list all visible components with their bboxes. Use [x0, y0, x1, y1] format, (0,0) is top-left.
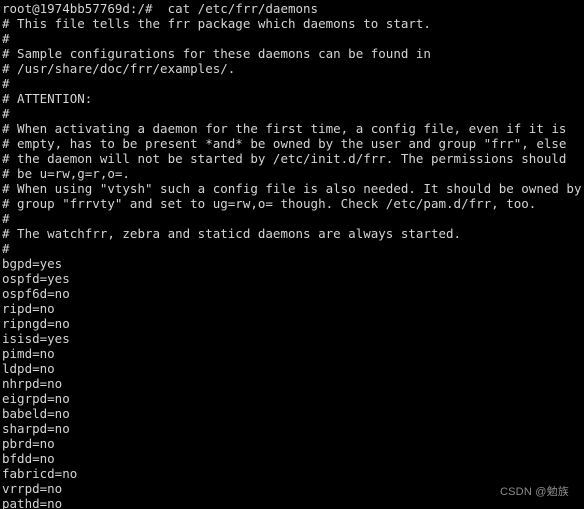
daemon-setting-line: bgpd=yes: [2, 256, 63, 271]
terminal-screen[interactable]: root@1974bb57769d:/# cat /etc/frr/daemon…: [0, 0, 584, 509]
daemon-setting-line: ospf6d=no: [2, 286, 70, 301]
terminal-window[interactable]: root@1974bb57769d:/# cat /etc/frr/daemon…: [0, 0, 584, 509]
daemon-setting-line: vrrpd=no: [2, 481, 63, 496]
output-line: # This file tells the frr package which …: [2, 16, 431, 31]
output-line: # The watchfrr, zebra and staticd daemon…: [2, 226, 462, 241]
output-line: #: [2, 211, 10, 226]
shell-prompt-line: root@1974bb57769d:/# cat /etc/frr/daemon…: [2, 1, 319, 16]
daemon-setting-line: babeld=no: [2, 406, 70, 421]
output-line: # Sample configurations for these daemon…: [2, 46, 431, 61]
daemon-setting-line: ospfd=yes: [2, 271, 70, 286]
daemon-setting-line: fabricd=no: [2, 466, 78, 481]
daemon-setting-line: pbrd=no: [2, 436, 55, 451]
daemon-setting-line: ripd=no: [2, 301, 55, 316]
output-line: # When activating a daemon for the first…: [2, 121, 567, 136]
daemon-setting-line: ldpd=no: [2, 361, 55, 376]
daemon-setting-line: ripngd=no: [2, 316, 70, 331]
output-line: # When using "vtysh" such a config file …: [2, 181, 582, 196]
output-line: #: [2, 31, 10, 46]
output-line: # be u=rw,g=r,o=.: [2, 166, 130, 181]
output-line: # the daemon will not be started by /etc…: [2, 151, 567, 166]
daemon-setting-line: pathd=no: [2, 496, 63, 509]
output-line: #: [2, 241, 10, 256]
daemon-setting-line: bfdd=no: [2, 451, 55, 466]
output-line: # /usr/share/doc/frr/examples/.: [2, 61, 236, 76]
daemon-setting-line: isisd=yes: [2, 331, 70, 346]
output-line: #: [2, 76, 10, 91]
daemon-setting-line: nhrpd=no: [2, 376, 63, 391]
csdn-watermark: CSDN @勉族: [500, 486, 569, 498]
output-line: #: [2, 106, 10, 121]
output-line: # empty, has to be present *and* be owne…: [2, 136, 567, 151]
output-line: # group "frrvty" and set to ug=rw,o= tho…: [2, 196, 537, 211]
output-line: # ATTENTION:: [2, 91, 93, 106]
daemon-setting-line: eigrpd=no: [2, 391, 70, 406]
daemon-setting-line: sharpd=no: [2, 421, 70, 436]
daemon-setting-line: pimd=no: [2, 346, 55, 361]
